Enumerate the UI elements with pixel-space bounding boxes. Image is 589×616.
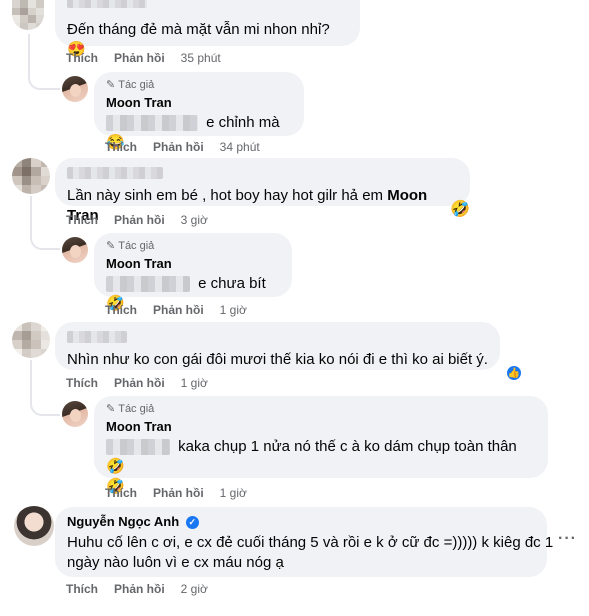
comment-actions: Thích Phản hồi 1 giờ	[105, 486, 247, 500]
verified-icon: ✓	[185, 516, 199, 530]
avatar[interactable]	[12, 158, 50, 194]
commenter-name[interactable]: Moon Tran	[106, 256, 280, 272]
comment-text: Nhìn như ko con gái đôi mươi thế kia ko …	[67, 351, 488, 368]
thread-line	[30, 360, 32, 402]
timestamp[interactable]: 2 giờ	[181, 582, 208, 596]
author-badge-label: Tác giả	[118, 79, 155, 91]
avatar[interactable]	[12, 322, 50, 358]
comment-actions: Thích Phản hồi 2 giờ	[66, 582, 208, 596]
commenter-name[interactable]: Nguyễn Ngọc Anh	[67, 514, 179, 529]
timestamp[interactable]: 1 giờ	[220, 486, 247, 500]
reply-button[interactable]: Phản hồi	[114, 582, 165, 596]
comment-text: Đến tháng đẻ mà mặt vẫn mi nhon nhỉ?	[67, 21, 330, 38]
thread-connector	[30, 398, 60, 416]
author-badge-icon: ✎	[106, 240, 116, 252]
like-reaction-icon[interactable]: 👍	[505, 364, 523, 382]
commenter-name[interactable]: Moon Tran	[106, 419, 536, 435]
author-badge-label: Tác giả	[118, 240, 155, 252]
author-badge: ✎ Tác giả	[106, 78, 292, 92]
blurred-mention	[106, 115, 198, 132]
reply-button[interactable]: Phản hồi	[114, 213, 165, 227]
rofl-emoji-icon: 🤣	[450, 201, 470, 218]
comment-bubble: Đến tháng đẻ mà mặt vẫn mi nhon nhỉ? 😍	[55, 0, 360, 58]
like-button[interactable]: Thích	[66, 376, 98, 390]
thread-line	[28, 34, 30, 74]
like-button[interactable]: Thích	[66, 51, 98, 65]
avatar-moon-tran[interactable]	[62, 76, 88, 102]
author-badge: ✎ Tác giả	[106, 402, 536, 416]
like-button[interactable]: Thích	[66, 582, 98, 596]
comment-actions: Thích Phản hồi 1 giờ	[66, 376, 208, 390]
author-badge: ✎ Tác giả	[106, 239, 280, 253]
reply-bubble: ✎ Tác giả Moon Tran kaka chụp 1 nửa nó t…	[94, 396, 548, 495]
reply-button[interactable]: Phản hồi	[153, 140, 204, 154]
timestamp[interactable]: 3 giờ	[181, 213, 208, 227]
thread-line	[30, 196, 32, 236]
avatar[interactable]	[12, 0, 44, 30]
comment-bubble: Nhìn như ko con gái đôi mươi thế kia ko …	[55, 322, 500, 370]
avatar-moon-tran[interactable]	[62, 401, 88, 427]
comment-text: Lần này sinh em bé , hot boy hay hot gil…	[67, 187, 384, 204]
blurred-name	[67, 330, 127, 343]
author-badge-icon: ✎	[106, 79, 116, 91]
reply-button[interactable]: Phản hồi	[114, 376, 165, 390]
like-button[interactable]: Thích	[105, 140, 137, 154]
author-badge-icon: ✎	[106, 403, 116, 415]
timestamp[interactable]: 1 giờ	[220, 303, 247, 317]
comment-text: kaka chụp 1 nửa nó thế c à ko dám chụp t…	[178, 438, 517, 455]
like-button[interactable]: Thích	[66, 213, 98, 227]
comment-text: Huhu cố lên c ơi, e cx đẻ cuối tháng 5 v…	[67, 534, 554, 551]
comment-text: e chưa bít	[198, 275, 266, 292]
comment-actions: Thích Phản hồi 3 giờ	[66, 213, 208, 227]
like-button[interactable]: Thích	[105, 303, 137, 317]
reply-button[interactable]: Phản hồi	[153, 303, 204, 317]
reply-bubble: ✎ Tác giả Moon Tran e chưa bít 🤣	[94, 233, 292, 312]
more-options-icon[interactable]: ···	[558, 530, 577, 548]
comment-bubble: Nguyễn Ngọc Anh ✓ Huhu cố lên c ơi, e cx…	[55, 507, 554, 577]
reply-button[interactable]: Phản hồi	[153, 486, 204, 500]
comment-text: e chỉnh mà	[206, 114, 280, 131]
timestamp[interactable]: 1 giờ	[181, 376, 208, 390]
comment-actions: Thích Phản hồi 1 giờ	[105, 303, 247, 317]
comment-actions: Thích Phản hồi 35 phút	[66, 51, 221, 65]
rofl-emoji-icon: 🤣	[106, 458, 125, 476]
comment-bubble: Lần này sinh em bé , hot boy hay hot gil…	[55, 158, 470, 224]
avatar-moon-tran[interactable]	[62, 237, 88, 263]
blurred-name	[67, 0, 147, 8]
avatar-nguyen-ngoc-anh[interactable]	[14, 506, 54, 546]
reply-bubble: ✎ Tác giả Moon Tran e chỉnh mà 😂	[94, 72, 304, 151]
blurred-mention	[106, 439, 170, 456]
blurred-name	[67, 166, 163, 179]
commenter-name[interactable]: Moon Tran	[106, 95, 292, 111]
timestamp[interactable]: 35 phút	[181, 51, 221, 65]
comment-text-continued: ngày nào luôn vì e cx máu nóg ạ	[67, 554, 284, 571]
author-badge-label: Tác giả	[118, 403, 155, 415]
reply-button[interactable]: Phản hồi	[114, 51, 165, 65]
comment-actions: Thích Phản hồi 34 phút	[105, 140, 260, 154]
like-button[interactable]: Thích	[105, 486, 137, 500]
thread-connector	[30, 232, 60, 250]
timestamp[interactable]: 34 phút	[220, 140, 260, 154]
thread-connector	[28, 70, 60, 90]
blurred-mention	[106, 276, 190, 293]
